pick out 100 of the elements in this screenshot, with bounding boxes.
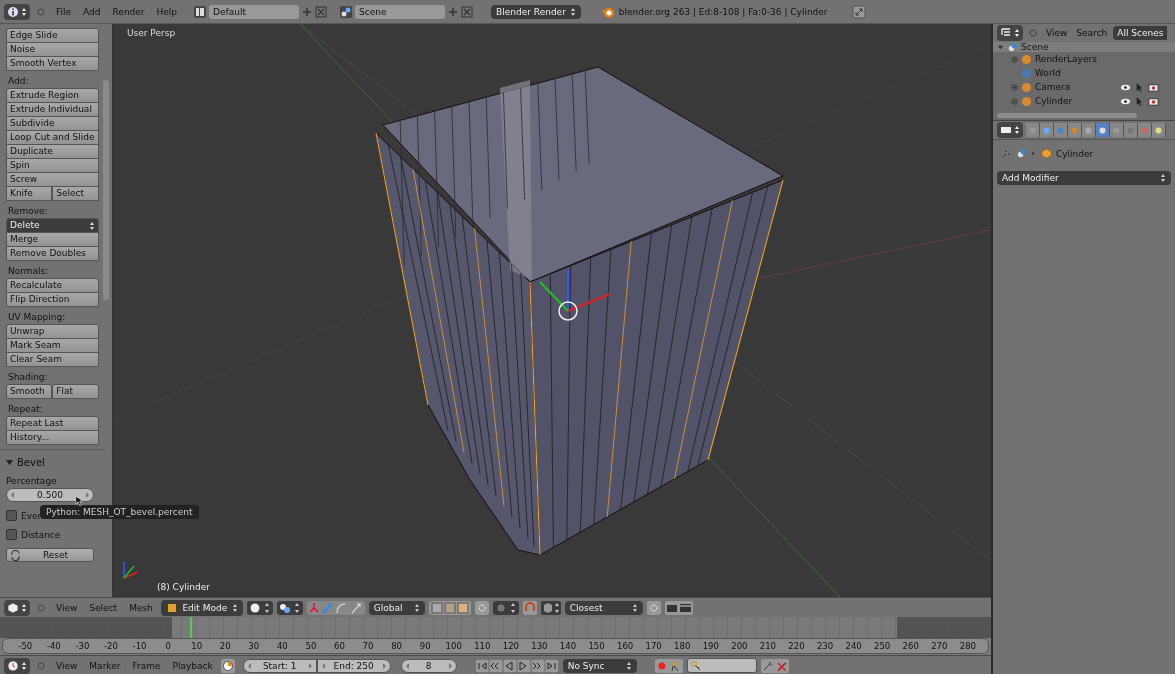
tree-item[interactable]: RenderLayers bbox=[1035, 54, 1097, 64]
tool-button[interactable]: Duplicate bbox=[6, 145, 99, 159]
end-frame-field[interactable]: End: 250 bbox=[316, 658, 391, 673]
decrement-arrow-icon[interactable] bbox=[321, 662, 326, 669]
increment-arrow-icon[interactable] bbox=[85, 492, 89, 498]
keying-set-field[interactable] bbox=[686, 658, 757, 673]
increment-arrow-icon[interactable] bbox=[307, 662, 312, 669]
tool-button[interactable]: Edge Slide bbox=[6, 28, 99, 43]
decrement-arrow-icon[interactable] bbox=[11, 492, 15, 498]
mode-dropdown[interactable]: Edit Mode bbox=[160, 599, 243, 616]
pin-icon[interactable] bbox=[1001, 148, 1012, 159]
tool-button[interactable]: Extrude Individual bbox=[6, 103, 99, 117]
expand-toggle-icon[interactable] bbox=[997, 43, 1004, 51]
menu-item[interactable]: Search bbox=[1073, 28, 1111, 38]
tree-item[interactable]: Camera bbox=[1035, 82, 1071, 92]
menu-item[interactable]: Playback bbox=[168, 660, 217, 671]
record-keying-icons[interactable] bbox=[654, 658, 683, 673]
expand-toggle-icon[interactable] bbox=[1011, 55, 1018, 63]
add-icon[interactable] bbox=[301, 5, 314, 18]
menu-item[interactable]: File bbox=[52, 6, 76, 17]
panel-title[interactable]: Bevel bbox=[17, 456, 45, 468]
tool-button[interactable]: Noise bbox=[6, 43, 99, 57]
orientation-dropdown[interactable]: Global bbox=[368, 600, 425, 615]
current-frame-field[interactable]: 8 bbox=[400, 658, 457, 673]
tool-button[interactable]: Flip Direction bbox=[6, 293, 99, 307]
percentage-field[interactable]: 0.500 bbox=[6, 488, 94, 502]
tool-button[interactable]: Unwrap bbox=[6, 324, 99, 339]
layout-icon[interactable] bbox=[193, 4, 208, 19]
camera-icon[interactable] bbox=[1148, 81, 1159, 93]
decrement-arrow-icon[interactable] bbox=[405, 662, 410, 669]
tree-item[interactable]: Scene bbox=[1021, 42, 1049, 52]
tool-button[interactable]: Smooth Vertex bbox=[6, 57, 99, 71]
properties-tab[interactable] bbox=[1040, 123, 1054, 137]
occlude-icon[interactable] bbox=[474, 600, 489, 615]
menu-item[interactable]: Frame bbox=[128, 660, 165, 671]
collapse-icon[interactable] bbox=[37, 661, 45, 670]
tool-button[interactable]: Smooth bbox=[6, 384, 53, 399]
add-modifier-dropdown[interactable]: Add Modifier bbox=[997, 171, 1171, 185]
select-mode-icons[interactable] bbox=[428, 600, 471, 615]
properties-tab[interactable] bbox=[1152, 123, 1166, 137]
tool-button[interactable]: Subdivide bbox=[6, 117, 99, 131]
menu-item[interactable]: Help bbox=[152, 6, 182, 17]
layout-field[interactable]: Default bbox=[209, 4, 300, 19]
menu-item[interactable]: View bbox=[52, 602, 82, 613]
transform-manipulator-icon[interactable] bbox=[539, 269, 611, 321]
tool-button[interactable]: Knife bbox=[6, 187, 53, 201]
tool-button[interactable]: Screw bbox=[6, 173, 99, 187]
editor-type-button[interactable] bbox=[997, 25, 1023, 41]
menu-item[interactable]: Select bbox=[85, 602, 122, 613]
timeline-track[interactable] bbox=[0, 617, 991, 638]
tree-item[interactable]: Cylinder bbox=[1035, 96, 1073, 106]
editor-type-button[interactable] bbox=[997, 122, 1023, 138]
tool-button[interactable]: Remove Doubles bbox=[6, 247, 99, 261]
tool-button[interactable]: Merge bbox=[6, 233, 99, 247]
render-engine-dropdown[interactable]: Blender Render bbox=[491, 4, 581, 19]
reset-button[interactable]: Reset bbox=[6, 548, 94, 562]
keying-buttons-icon[interactable] bbox=[760, 658, 789, 673]
expand-toggle-icon[interactable] bbox=[1011, 83, 1018, 91]
menu-item[interactable]: View bbox=[52, 660, 82, 671]
properties-tab[interactable] bbox=[1026, 123, 1040, 137]
increment-arrow-icon[interactable] bbox=[381, 662, 386, 669]
fullscreen-icon[interactable] bbox=[851, 4, 866, 19]
tree-item[interactable]: World bbox=[1035, 68, 1061, 78]
close-icon[interactable] bbox=[315, 5, 328, 18]
sync-dropdown[interactable]: No Sync bbox=[562, 658, 637, 673]
proportional-edit-icon[interactable] bbox=[492, 600, 519, 615]
tool-button[interactable]: History... bbox=[6, 431, 99, 445]
cylinder-mesh-drawing[interactable] bbox=[375, 66, 784, 556]
tool-button[interactable]: Loop Cut and Slide bbox=[6, 131, 99, 145]
tool-button[interactable]: Flat bbox=[52, 384, 99, 399]
editor-type-button[interactable] bbox=[4, 657, 30, 674]
decrement-arrow-icon[interactable] bbox=[247, 662, 252, 669]
display-filter-dropdown[interactable]: All Scenes bbox=[1113, 26, 1168, 40]
tool-button[interactable]: Recalculate bbox=[6, 278, 99, 293]
preview-range-icon[interactable] bbox=[220, 658, 235, 673]
checkbox[interactable] bbox=[6, 510, 17, 521]
menu-item[interactable]: View bbox=[1043, 28, 1071, 38]
properties-tab[interactable] bbox=[1082, 123, 1096, 137]
scene-icon[interactable] bbox=[339, 4, 354, 19]
delete-dropdown[interactable]: Delete bbox=[6, 218, 99, 233]
magnet-icon[interactable] bbox=[522, 600, 537, 615]
shading-icon[interactable] bbox=[246, 600, 273, 615]
menu-item[interactable]: Marker bbox=[85, 660, 125, 671]
close-icon[interactable] bbox=[461, 5, 474, 18]
collapse-icon[interactable] bbox=[1029, 29, 1037, 37]
properties-tab[interactable] bbox=[1110, 123, 1124, 137]
start-frame-field[interactable]: Start: 1 bbox=[242, 658, 317, 673]
snap-element-icon[interactable] bbox=[540, 600, 561, 615]
menu-item[interactable]: Add bbox=[79, 6, 105, 17]
snap-align-icon[interactable] bbox=[646, 600, 661, 615]
properties-tab[interactable] bbox=[1096, 123, 1110, 137]
expanded-triangle-icon[interactable] bbox=[6, 458, 13, 466]
checkbox[interactable] bbox=[6, 529, 17, 540]
properties-tab[interactable] bbox=[1068, 123, 1082, 137]
tool-button[interactable]: Select bbox=[52, 187, 99, 201]
increment-arrow-icon[interactable] bbox=[447, 662, 452, 669]
menu-item[interactable]: Render bbox=[108, 6, 149, 17]
add-icon[interactable] bbox=[447, 5, 460, 18]
editor-type-button[interactable] bbox=[4, 3, 30, 20]
render-buttons-icon[interactable] bbox=[664, 600, 693, 615]
